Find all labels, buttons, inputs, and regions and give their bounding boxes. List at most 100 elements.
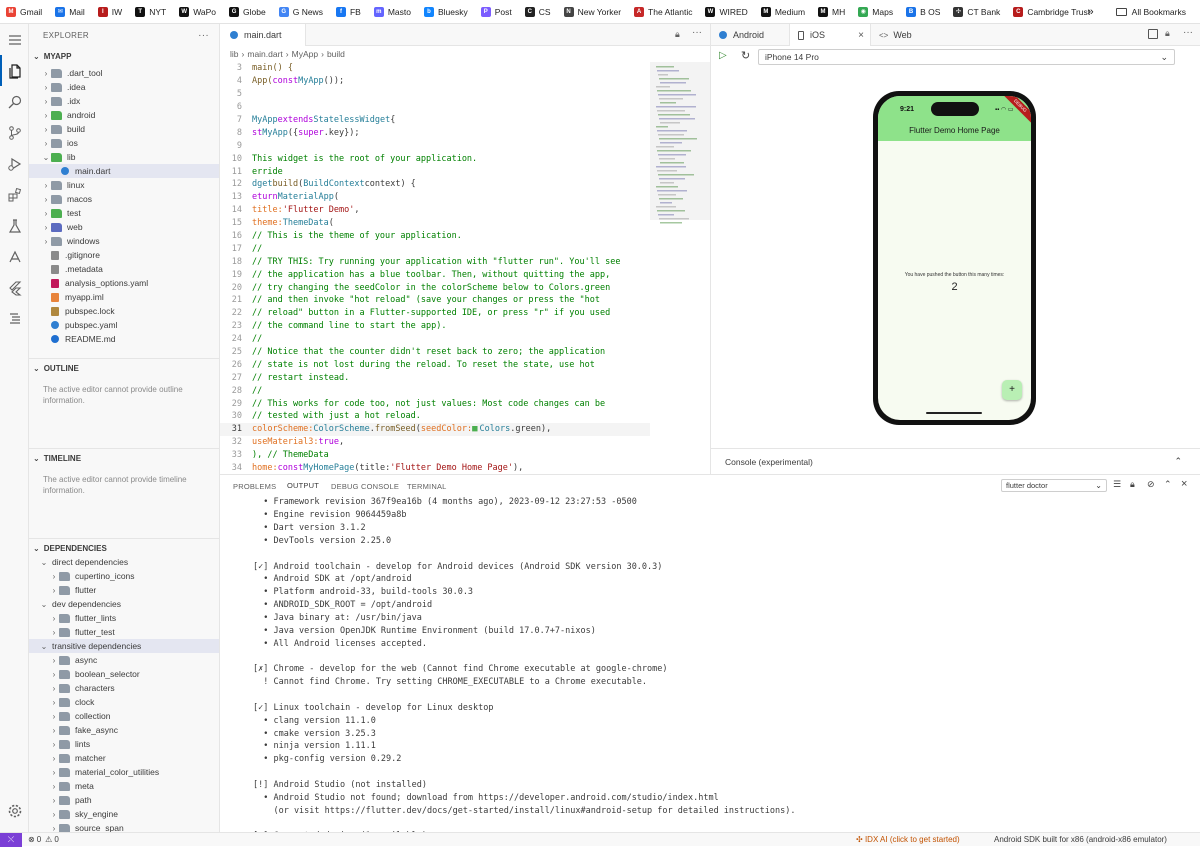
- code-line[interactable]: 20 // try changing the seedColor in the …: [220, 281, 650, 294]
- minimap-viewport[interactable]: [650, 62, 710, 220]
- tree-item[interactable]: › android: [29, 108, 219, 122]
- all-bookmarks-button[interactable]: All Bookmarks: [1132, 7, 1186, 17]
- tree-item[interactable]: › fake_async: [29, 723, 219, 737]
- bookmark-wapo[interactable]: W WaPo: [179, 6, 216, 17]
- code-line[interactable]: 34 home: const MyHomePage (title: 'Flutte…: [220, 462, 650, 472]
- more-actions-icon[interactable]: ···: [198, 30, 209, 41]
- code-line[interactable]: 27 // restart instead.: [220, 371, 650, 384]
- tree-item[interactable]: › lints: [29, 737, 219, 751]
- lock-icon[interactable]: 🔒︎: [1165, 28, 1170, 39]
- device-status[interactable]: Android SDK built for x86 (android-x86 e…: [994, 835, 1167, 844]
- list-filter-icon[interactable]: ☰: [1113, 479, 1121, 490]
- tree-item[interactable]: › web: [29, 220, 219, 234]
- code-editor[interactable]: 3 main() {4 App(const MyApp ()); 5 6 7 MyApp e…: [220, 62, 650, 472]
- bookmark-nyt[interactable]: T NYT: [135, 6, 166, 17]
- code-line[interactable]: 31 colorScheme: ColorScheme. fromSeed(see…: [220, 422, 650, 436]
- tree-item[interactable]: › async: [29, 653, 219, 667]
- code-line[interactable]: 33 ), // ThemeData: [220, 449, 650, 462]
- code-line[interactable]: 19 // the application has a blue toolbar…: [220, 268, 650, 281]
- code-line[interactable]: 32 useMaterial3: true,: [220, 436, 650, 449]
- tree-item[interactable]: main.dart: [29, 164, 219, 178]
- warning-count[interactable]: 0: [54, 835, 58, 844]
- output-log[interactable]: • Framework revision 367f9ea16b (4 month…: [220, 496, 1200, 832]
- code-line[interactable]: 13 eturn MaterialApp(: [220, 191, 650, 204]
- bookmark-mail[interactable]: ✉ Mail: [55, 6, 85, 17]
- tree-item[interactable]: myapp.iml: [29, 290, 219, 304]
- tab-terminal[interactable]: TERMINAL: [407, 475, 447, 497]
- breadcrumb-item[interactable]: build: [327, 49, 345, 59]
- code-line[interactable]: 4 App(const MyApp ());: [220, 75, 650, 88]
- tree-item[interactable]: README.md: [29, 332, 219, 346]
- warning-icon[interactable]: ⚠: [45, 835, 52, 844]
- bookmark-b-os[interactable]: BB OS: [906, 6, 940, 17]
- bookmark-cambridge-trust[interactable]: C Cambridge Trust: [1013, 6, 1090, 17]
- tab-web[interactable]: <> Web: [871, 24, 951, 46]
- tree-item[interactable]: › flutter: [29, 583, 219, 597]
- tree-item[interactable]: › matcher: [29, 751, 219, 765]
- remote-icon[interactable]: ⤬: [0, 832, 22, 847]
- chevron-up-icon[interactable]: ⌃: [1174, 456, 1182, 467]
- close-panel-icon[interactable]: ×: [1181, 478, 1187, 490]
- bookmark-bluesky[interactable]: b Bluesky: [423, 6, 468, 17]
- tree-item[interactable]: › flutter_lints: [29, 611, 219, 625]
- increment-fab[interactable]: +: [1002, 380, 1022, 400]
- more-actions-icon[interactable]: ···: [1183, 27, 1193, 38]
- settings-gear-icon[interactable]: [0, 795, 29, 826]
- close-icon[interactable]: ×: [858, 30, 864, 41]
- tree-item[interactable]: › .idea: [29, 80, 219, 94]
- console-bar[interactable]: Console (experimental) ⌃: [710, 448, 1200, 474]
- split-editor-icon[interactable]: [1148, 29, 1158, 39]
- tab-output[interactable]: OUTPUT: [287, 475, 320, 497]
- tree-item[interactable]: .metadata: [29, 262, 219, 276]
- bookmarks-overflow-button[interactable]: »: [1088, 6, 1094, 18]
- tree-item[interactable]: pubspec.lock: [29, 304, 219, 318]
- tab-debug-console[interactable]: DEBUG CONSOLE: [331, 475, 399, 497]
- tree-item[interactable]: › characters: [29, 681, 219, 695]
- tree-item[interactable]: › source_span: [29, 821, 219, 832]
- code-line[interactable]: 8 st MyApp({super .key});: [220, 126, 650, 139]
- outline-list-icon[interactable]: [0, 303, 29, 334]
- tree-item[interactable]: .gitignore: [29, 248, 219, 262]
- tree-item[interactable]: › clock: [29, 695, 219, 709]
- code-line[interactable]: 22 // reload" button in a Flutter-suppor…: [220, 307, 650, 320]
- bookmark-ct-bank[interactable]: ✣ CT Bank: [953, 6, 1000, 17]
- lock-icon[interactable]: 🔒︎: [1130, 479, 1135, 490]
- bookmark-cs[interactable]: C CS: [524, 6, 551, 17]
- tree-item[interactable]: › windows: [29, 234, 219, 248]
- tree-item[interactable]: pubspec.yaml: [29, 318, 219, 332]
- project-section-header[interactable]: ⌄ MYAPP: [29, 46, 219, 66]
- bookmark-g-news[interactable]: GG News: [278, 6, 323, 17]
- clear-output-icon[interactable]: ⊘: [1147, 479, 1155, 490]
- breadcrumb-item[interactable]: lib: [230, 49, 239, 59]
- tab-problems[interactable]: PROBLEMS: [233, 475, 276, 497]
- search-icon[interactable]: [0, 86, 29, 117]
- code-line[interactable]: 11 erride: [220, 165, 650, 178]
- tree-item[interactable]: analysis_options.yaml: [29, 276, 219, 290]
- flutter-icon[interactable]: [0, 272, 29, 303]
- run-icon[interactable]: ▷: [719, 50, 727, 61]
- tab-ios[interactable]: iOS ×: [789, 24, 871, 46]
- bookmark-masto[interactable]: m Masto: [373, 6, 411, 17]
- code-line[interactable]: 30 // tested with just a hot reload.: [220, 410, 650, 423]
- code-line[interactable]: 6: [220, 101, 650, 114]
- source-control-icon[interactable]: [0, 117, 29, 148]
- bookmark-iw[interactable]: I IW: [97, 6, 122, 17]
- code-line[interactable]: 15 theme: ThemeData(: [220, 217, 650, 230]
- code-line[interactable]: 17 //: [220, 242, 650, 255]
- code-line[interactable]: 7 MyApp extends StatelessWidget {: [220, 114, 650, 127]
- code-line[interactable]: 3 main() {: [220, 62, 650, 75]
- tree-item[interactable]: › linux: [29, 178, 219, 192]
- outline-section-header[interactable]: ⌄ OUTLINE: [29, 358, 219, 378]
- device-select[interactable]: iPhone 14 Pro ⌄: [758, 49, 1175, 65]
- tree-item[interactable]: ⌄ direct dependencies: [29, 555, 219, 569]
- extensions-icon[interactable]: [0, 179, 29, 210]
- explorer-icon[interactable]: [0, 55, 29, 86]
- tree-item[interactable]: › collection: [29, 709, 219, 723]
- tree-item[interactable]: › path: [29, 793, 219, 807]
- refresh-icon[interactable]: ↻: [741, 49, 750, 62]
- code-line[interactable]: 14 title: 'Flutter Demo',: [220, 204, 650, 217]
- idx-ai-status[interactable]: ✣ IDX AI (click to get started): [856, 835, 960, 844]
- tree-item[interactable]: › .idx: [29, 94, 219, 108]
- tree-item[interactable]: › boolean_selector: [29, 667, 219, 681]
- tree-item[interactable]: › flutter_test: [29, 625, 219, 639]
